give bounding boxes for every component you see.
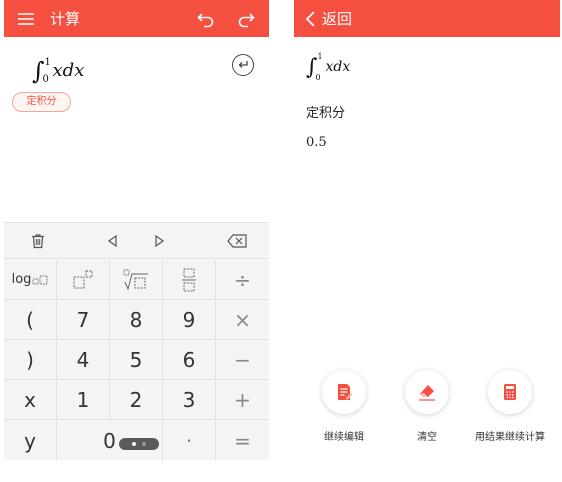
cursor-left-icon[interactable] — [104, 232, 122, 250]
enter-button[interactable] — [232, 54, 254, 76]
expression-display[interactable]: ∫ 1 0 xdx — [32, 54, 85, 85]
edit-document-icon — [338, 384, 353, 400]
lower-limit: 0 — [315, 73, 321, 82]
open-paren-key[interactable]: ( — [4, 300, 57, 340]
eight-key[interactable]: 8 — [110, 300, 163, 340]
one-key[interactable]: 1 — [57, 380, 110, 420]
calculator-screen: 计算 ∫ 1 0 xdx 定积分 log ÷ (7 8 9 ×) 4 5 6… — [4, 0, 269, 461]
keyboard-toolbar — [4, 223, 269, 259]
enter-icon — [238, 61, 248, 68]
use-result-label: 用结果继续计算 — [475, 432, 545, 443]
trash-icon[interactable] — [29, 232, 47, 250]
multiply-key[interactable]: × — [216, 300, 269, 340]
nine-key[interactable]: 9 — [163, 300, 216, 340]
cursor-right-icon[interactable] — [150, 232, 168, 250]
five-key[interactable]: 5 — [110, 340, 163, 380]
continue-edit-circle — [322, 370, 366, 414]
redo-icon[interactable] — [236, 9, 256, 29]
back-chevron-icon[interactable] — [304, 9, 318, 29]
x-variable-key[interactable]: x — [4, 380, 57, 420]
expression-display: ∫ 1 0 xdx — [306, 52, 351, 82]
four-key[interactable]: 4 — [57, 340, 110, 380]
upper-limit: 1 — [317, 52, 323, 61]
result-value: 0.5 — [306, 135, 327, 150]
keyboard-page-indicator[interactable] — [119, 438, 159, 450]
integral-limits: 10 — [315, 52, 325, 82]
continue-edit-label: 继续编辑 — [324, 432, 364, 443]
clear-button[interactable]: 清空 — [387, 370, 467, 443]
clear-circle — [405, 370, 449, 414]
fraction-key[interactable] — [163, 260, 216, 300]
undo-icon[interactable] — [196, 9, 216, 29]
close-paren-key[interactable]: ) — [4, 340, 57, 380]
calculator-icon — [504, 384, 516, 400]
integrand: xdx — [52, 60, 85, 81]
keyboard: log ÷ ( 7 8 9 × ) 4 5 6 − x 1 2 3 + y 0 … — [4, 222, 269, 461]
root-key[interactable] — [110, 260, 163, 300]
equals-key[interactable]: = — [216, 420, 269, 461]
clear-label: 清空 — [417, 432, 437, 443]
top-bar: 计算 — [4, 0, 269, 37]
integral-limits: 10 — [42, 57, 53, 85]
nth-root-icon — [123, 269, 148, 291]
minus-key[interactable]: − — [216, 340, 269, 380]
upper-limit: 1 — [44, 57, 51, 68]
lower-limit: 0 — [42, 74, 49, 85]
page-title: 计算 — [50, 10, 81, 28]
log-label: log — [11, 272, 32, 287]
integrand: xdx — [325, 59, 351, 75]
keypad: log ÷ ( 7 8 9 × ) 4 5 6 − x 1 2 3 + y 0 … — [4, 260, 269, 461]
plus-key[interactable]: + — [216, 380, 269, 420]
power-key[interactable] — [57, 260, 110, 300]
six-key[interactable]: 6 — [163, 340, 216, 380]
use-result-circle — [488, 370, 532, 414]
placeholder-box-icon — [32, 275, 48, 284]
decimal-point-key[interactable]: · — [163, 420, 216, 461]
page-dot-active — [132, 442, 136, 446]
log-key[interactable]: log — [4, 260, 57, 300]
eraser-icon — [419, 385, 435, 401]
divide-key[interactable]: ÷ — [216, 260, 269, 300]
three-key[interactable]: 3 — [163, 380, 216, 420]
back-button[interactable]: 返回 — [322, 9, 352, 29]
power-template-icon — [73, 270, 93, 288]
page-dot — [142, 442, 146, 446]
result-label: 定积分 — [306, 106, 346, 121]
mode-tag[interactable]: 定积分 — [12, 92, 71, 112]
top-bar: 返回 — [294, 0, 560, 37]
backspace-icon[interactable] — [226, 232, 248, 250]
fraction-template-icon — [182, 268, 196, 291]
result-screen: 返回 ∫ 1 0 xdx 定积分 0.5 继续编辑 清空 用结果继续计算 — [294, 0, 560, 460]
use-result-button[interactable]: 用结果继续计算 — [470, 370, 550, 443]
menu-icon[interactable] — [16, 9, 36, 29]
y-variable-key[interactable]: y — [4, 420, 57, 461]
two-key[interactable]: 2 — [110, 380, 163, 420]
seven-key[interactable]: 7 — [57, 300, 110, 340]
continue-edit-button[interactable]: 继续编辑 — [304, 370, 384, 443]
